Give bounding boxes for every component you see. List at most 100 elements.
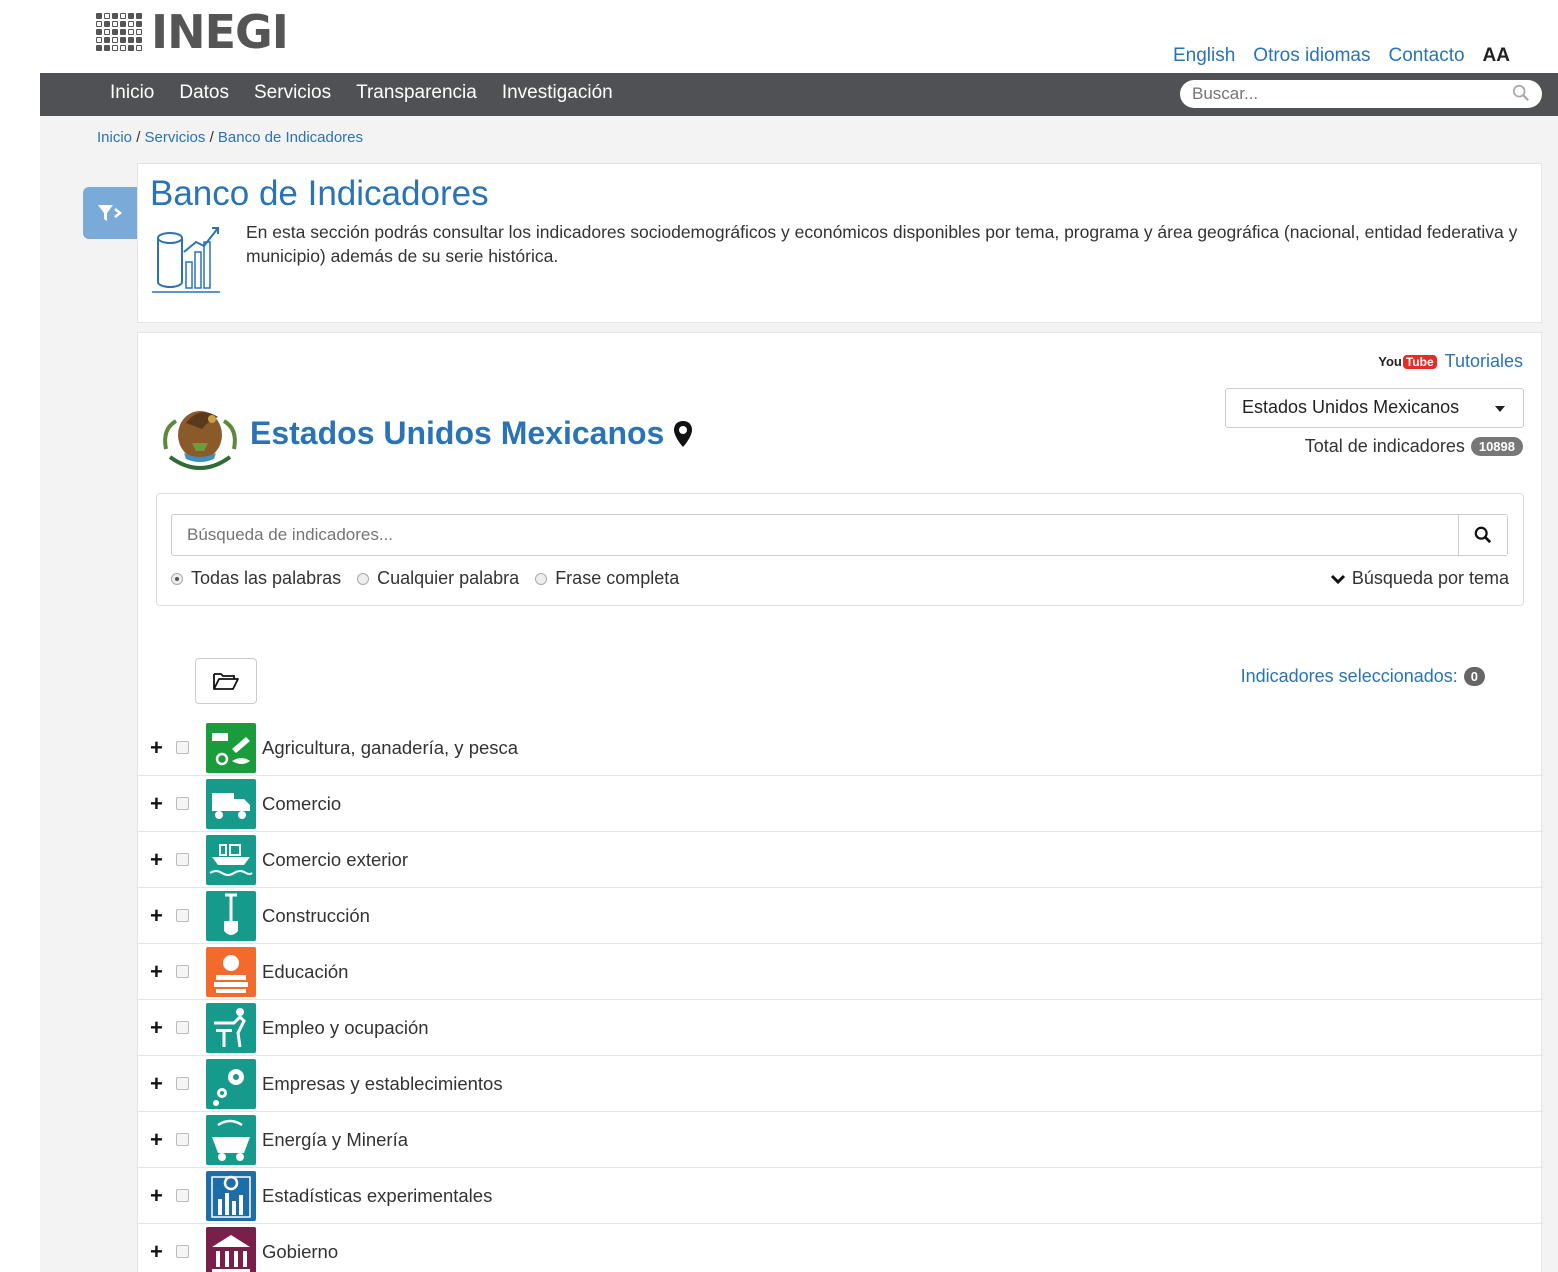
indicator-search-button[interactable] [1458,515,1507,555]
ship-icon [206,835,256,885]
nav-item-servicios[interactable]: Servicios [254,82,331,104]
topic-checkbox[interactable] [176,1021,189,1034]
expand-plus-icon[interactable]: + [150,1183,163,1209]
topic-row[interactable]: + Comercio [138,776,1543,832]
tutorials-label[interactable]: Tutoriales [1445,351,1523,372]
font-size-toggle[interactable]: AA [1483,45,1510,67]
breadcrumb-servicios[interactable]: Servicios [145,129,206,146]
topic-label: Empresas y establecimientos [262,1072,503,1094]
search-by-theme-toggle[interactable]: Búsqueda por tema [1330,568,1509,589]
expand-plus-icon[interactable]: + [150,959,163,985]
topic-checkbox[interactable] [176,1245,189,1258]
radio-cualquier-palabra[interactable]: Cualquier palabra [357,568,519,589]
site-search [1180,80,1542,108]
topic-checkbox[interactable] [176,1133,189,1146]
nav-item-inicio[interactable]: Inicio [110,82,154,104]
radio-label: Frase completa [555,568,680,588]
youtube-icon: You Tube [1378,354,1437,369]
state-title: Estados Unidos Mexicanos [250,415,694,452]
state-title-text: Estados Unidos Mexicanos [250,415,665,451]
topic-checkbox[interactable] [176,1077,189,1090]
radio-dot-icon [535,572,548,585]
expand-plus-icon[interactable]: + [150,735,163,761]
nav-item-datos[interactable]: Datos [179,82,229,104]
intro-description: En esta sección podrás consultar los ind… [246,222,1518,266]
topic-checkbox[interactable] [176,741,189,754]
topic-checkbox[interactable] [176,965,189,978]
state-selector[interactable]: Estados Unidos Mexicanos [1225,388,1524,428]
top-links: English Otros idiomas Contacto AA [1173,45,1510,67]
inegi-logo[interactable]: INEGI [96,5,289,59]
topic-row[interactable]: + Energía y Minería [138,1112,1543,1168]
shovel-icon [206,891,256,941]
topic-row[interactable]: + Empleo y ocupación [138,1000,1543,1056]
radio-label: Cualquier palabra [377,568,520,588]
selected-indicators-label: Indicadores seleccionados: [1240,666,1458,686]
total-indicators-badge: 10898 [1470,437,1523,456]
topic-row[interactable]: + Educación [138,944,1543,1000]
link-otros-idiomas[interactable]: Otros idiomas [1253,45,1370,67]
total-indicators: Total de indicadores 10898 [1305,436,1523,457]
tutorials-link[interactable]: You Tube Tutoriales [1378,351,1523,372]
topic-checkbox[interactable] [176,1189,189,1202]
map-marker-icon[interactable] [672,419,694,449]
indicator-search [171,514,1508,556]
expand-plus-icon[interactable]: + [150,903,163,929]
radio-label: Todas las palabras [191,568,342,588]
topic-row[interactable]: + Construcción [138,888,1543,944]
radio-dot-icon [171,572,183,585]
caret-down-icon [1495,406,1505,412]
breadcrumb-separator: / [209,129,214,146]
expand-plus-icon[interactable]: + [150,1239,163,1265]
nav-item-investigacion[interactable]: Investigación [502,82,613,104]
topic-checkbox[interactable] [176,853,189,866]
state-selector-value: Estados Unidos Mexicanos [1242,397,1460,417]
selected-indicators[interactable]: Indicadores seleccionados: 0 [1241,666,1485,687]
expand-plus-icon[interactable]: + [150,1127,163,1153]
header: INEGI English Otros idiomas Contacto AA [0,0,1558,73]
topic-label: Comercio exterior [262,848,408,870]
topic-row[interactable]: + Gobierno [138,1224,1543,1272]
site-search-input[interactable] [1180,80,1500,108]
topic-row[interactable]: + Estadísticas experimentales [138,1168,1543,1224]
filter-panel-toggle[interactable] [83,187,137,239]
topic-checkbox[interactable] [176,797,189,810]
indicators-panel: You Tube Tutoriales Estados Unidos Mexica… [137,332,1543,1272]
radio-frase-completa[interactable]: Frase completa [535,568,679,589]
link-contacto[interactable]: Contacto [1389,45,1465,67]
worker-icon [206,1003,256,1053]
search-icon[interactable] [1512,84,1530,102]
indicator-search-input[interactable] [172,515,1457,555]
expand-plus-icon[interactable]: + [150,791,163,817]
chevron-down-icon [1330,574,1345,584]
selected-indicators-badge: 0 [1463,667,1485,686]
topic-list: + Agricultura, ganadería, y pesca + Comerci… [138,720,1543,1272]
breadcrumb-separator: / [136,129,141,146]
intro-card: Banco de Indicadores En esta sección pod… [137,163,1542,323]
topic-checkbox[interactable] [176,909,189,922]
link-english[interactable]: English [1173,45,1235,67]
total-indicators-label: Total de indicadores [1304,436,1465,456]
expand-plus-icon[interactable]: + [150,1015,163,1041]
topic-row[interactable]: + Empresas y establecimientos [138,1056,1543,1112]
indicator-search-panel: Todas las palabras Cualquier palabra Fra… [156,493,1524,606]
breadcrumb-inicio[interactable]: Inicio [97,129,132,146]
apple-books-icon [206,947,256,997]
truck-icon [206,779,256,829]
mexico-coat-of-arms-icon [163,411,237,470]
expand-plus-icon[interactable]: + [150,1071,163,1097]
topic-label: Gobierno [262,1240,339,1262]
topic-label: Empleo y ocupación [262,1016,429,1038]
gears-icon [206,1059,256,1109]
radio-todas-las-palabras[interactable]: Todas las palabras [171,568,341,589]
search-mode-options: Todas las palabras Cualquier palabra Fra… [171,568,679,589]
topic-row[interactable]: + Comercio exterior [138,832,1543,888]
folder-open-icon [213,673,239,690]
open-folder-button[interactable] [195,658,257,704]
nav-item-transparencia[interactable]: Transparencia [356,82,477,104]
expand-plus-icon[interactable]: + [150,847,163,873]
topic-row[interactable]: + Agricultura, ganadería, y pesca [138,720,1543,776]
search-by-theme-label: Búsqueda por tema [1351,568,1509,588]
logo-text: INEGI [151,5,289,59]
breadcrumb-banco[interactable]: Banco de Indicadores [218,129,363,146]
